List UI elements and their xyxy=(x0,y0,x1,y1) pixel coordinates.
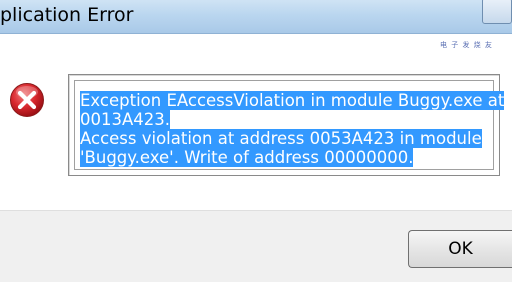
message-line: 'Buggy.exe'. Write of address 00000000. xyxy=(80,148,414,167)
error-message: Exception EAccessViolation in module Bug… xyxy=(80,91,505,167)
message-textbox[interactable]: Exception EAccessViolation in module Bug… xyxy=(68,74,505,176)
dialog-content: 电 子 发 烧 友 Exception EAccessViolation in … xyxy=(0,34,512,210)
close-button[interactable] xyxy=(482,0,512,24)
watermark: 电 子 发 烧 友 xyxy=(440,41,493,49)
message-line: Access violation at address 0053A423 in … xyxy=(80,129,482,148)
button-bar: OK xyxy=(0,210,512,282)
message-line: Exception EAccessViolation in module Bug… xyxy=(80,91,505,110)
ok-button[interactable]: OK xyxy=(408,230,512,268)
window-title: plication Error xyxy=(0,4,134,26)
message-line: 0013A423. xyxy=(80,110,171,129)
error-icon xyxy=(10,83,44,117)
title-bar: plication Error xyxy=(0,0,512,34)
